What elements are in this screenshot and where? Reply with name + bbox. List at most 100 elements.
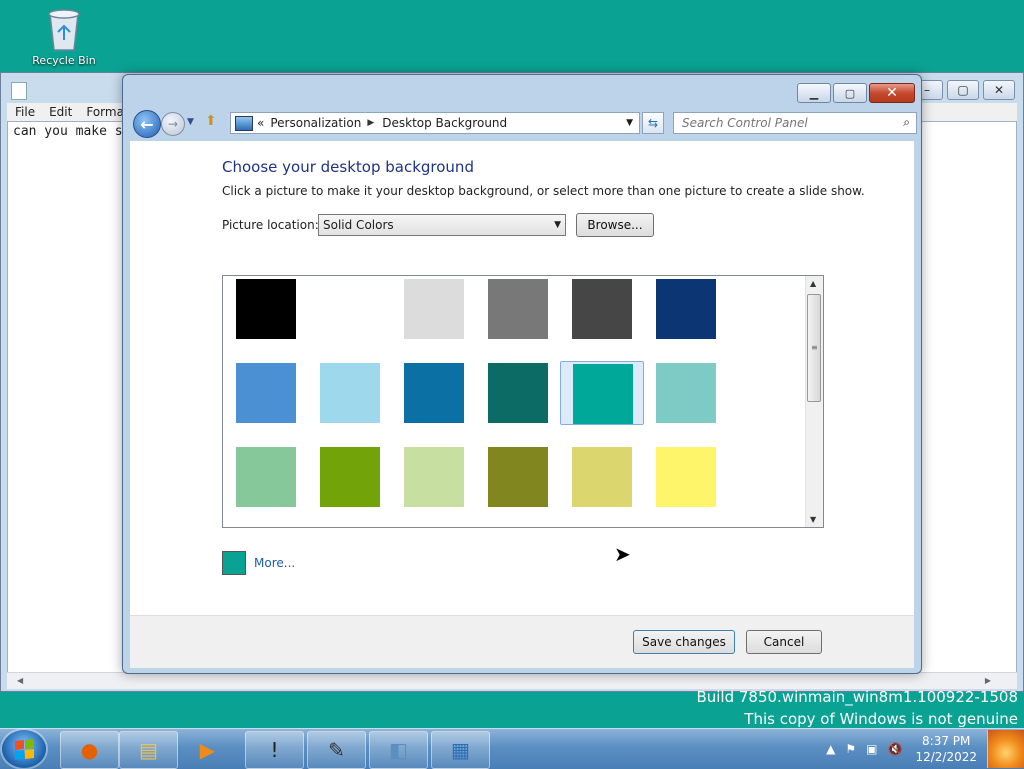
color-swatch-fill: [488, 447, 548, 507]
media-player-icon: ▶: [199, 738, 216, 762]
color-swatch-grid: ▲ ≡ ▼: [222, 275, 824, 528]
color-swatch-fill: [236, 363, 296, 423]
breadcrumb-personalization[interactable]: Personalization: [270, 116, 361, 130]
save-changes-button[interactable]: Save changes: [633, 630, 735, 654]
color-swatch-fill: [572, 447, 632, 507]
color-swatch-fill: [320, 363, 380, 423]
forward-button[interactable]: →: [161, 112, 185, 136]
color-swatch[interactable]: [392, 361, 476, 425]
color-swatch[interactable]: [308, 361, 392, 425]
show-desktop-button[interactable]: [987, 730, 1024, 768]
vertical-scrollbar[interactable]: ▲ ≡ ▼: [805, 276, 823, 527]
clock[interactable]: 8:37 PM 12/2/2022: [915, 733, 977, 765]
folder-icon: ▤: [139, 738, 158, 762]
start-button[interactable]: [2, 730, 46, 768]
taskbar: ● ▤ ▶ ! ✎ ◧ ▦ ▲ ⚑ ▣ 🔇 8:37 PM 12/2/2022: [0, 728, 1024, 769]
color-swatch[interactable]: [560, 277, 644, 341]
show-hidden-icons-icon[interactable]: ▲: [826, 742, 835, 756]
more-colors-link[interactable]: More...: [254, 556, 295, 570]
recycle-bin-desktop-icon[interactable]: Recycle Bin: [28, 6, 100, 67]
desktop-background-window: ▁ ▢ ✕ ← → ▼ ⬆ « Personalization ▶ Deskto…: [122, 74, 922, 674]
minimize-button[interactable]: ▁: [797, 83, 831, 103]
color-swatch[interactable]: [644, 445, 728, 509]
color-swatch-fill: [404, 279, 464, 339]
notepad-menu-edit[interactable]: Edit: [49, 105, 72, 119]
system-tray: ▲ ⚑ ▣ 🔇 8:37 PM 12/2/2022: [821, 729, 1024, 769]
breadcrumb-desktop-background[interactable]: Desktop Background: [382, 116, 507, 130]
breadcrumb-separator-icon[interactable]: ▶: [367, 118, 374, 128]
color-swatch[interactable]: [560, 445, 644, 509]
taskbar-control-panel[interactable]: ▦: [431, 731, 490, 769]
refresh-button[interactable]: ⇆: [642, 112, 664, 134]
content-pane: Choose your desktop background Click a p…: [130, 141, 914, 615]
color-swatch[interactable]: [644, 277, 728, 341]
color-swatch-fill: [320, 279, 380, 339]
volume-muted-icon[interactable]: 🔇: [888, 742, 903, 756]
maximize-button[interactable]: ▢: [833, 83, 867, 103]
genuine-notice: This copy of Windows is not genuine: [744, 710, 1018, 728]
browse-button[interactable]: Browse...: [576, 213, 654, 237]
scroll-left-arrow-icon[interactable]: ◀: [17, 676, 23, 685]
notepad-menu-file[interactable]: File: [15, 105, 35, 119]
color-swatch[interactable]: [308, 445, 392, 509]
taskbar-file-explorer[interactable]: ▤: [119, 731, 178, 769]
color-swatch[interactable]: [308, 277, 392, 341]
windows-logo-icon: [14, 738, 34, 760]
address-dropdown-icon[interactable]: ▼: [626, 118, 633, 128]
search-icon[interactable]: ⌕: [903, 115, 910, 130]
color-swatch-fill: [236, 279, 296, 339]
color-swatch[interactable]: [476, 361, 560, 425]
taskbar-window-app[interactable]: ◧: [369, 731, 428, 769]
close-button[interactable]: ✕: [869, 83, 915, 103]
clock-date: 12/2/2022: [915, 750, 977, 764]
color-swatch-fill: [404, 447, 464, 507]
notepad-maximize-button[interactable]: ▢: [947, 80, 979, 100]
notepad-close-button[interactable]: ✕: [983, 80, 1015, 100]
back-arrow-icon: ←: [140, 114, 154, 134]
network-icon[interactable]: ▣: [866, 742, 877, 756]
control-panel-icon: [235, 115, 253, 131]
color-swatch[interactable]: [644, 361, 728, 425]
up-level-icon[interactable]: ⬆: [205, 113, 217, 129]
taskbar-firefox[interactable]: ●: [60, 731, 119, 769]
color-swatch[interactable]: [476, 277, 560, 341]
chevron-down-icon: ▼: [554, 220, 561, 230]
page-title: Choose your desktop background: [222, 158, 474, 176]
scroll-up-arrow-icon[interactable]: ▲: [810, 279, 816, 288]
color-swatch[interactable]: [560, 361, 644, 425]
dialog-footer: Save changes Cancel: [130, 615, 914, 668]
recent-pages-dropdown[interactable]: ▼: [187, 117, 194, 127]
taskbar-notepad[interactable]: ✎: [307, 731, 366, 769]
picture-location-value: Solid Colors: [323, 218, 394, 232]
breadcrumb-overflow[interactable]: «: [257, 116, 264, 130]
recycle-bin-label: Recycle Bin: [32, 54, 96, 67]
picture-location-label: Picture location:: [222, 218, 319, 232]
color-swatch[interactable]: [224, 445, 308, 509]
picture-location-select[interactable]: Solid Colors ▼: [318, 214, 566, 236]
notepad-text: can you make s: [13, 124, 123, 139]
color-swatch[interactable]: [476, 445, 560, 509]
color-swatch-fill: [488, 363, 548, 423]
color-swatch[interactable]: [224, 277, 308, 341]
grip-icon: ≡: [811, 343, 818, 352]
color-swatch[interactable]: [224, 361, 308, 425]
windows-watermark: Build 7850.winmain_win8m1.100922-1508 Th…: [696, 686, 1018, 730]
taskbar-pin-app[interactable]: !: [245, 731, 304, 769]
back-button[interactable]: ←: [133, 110, 161, 138]
current-color-swatch[interactable]: [222, 551, 246, 575]
color-swatch-fill: [656, 279, 716, 339]
scroll-right-arrow-icon[interactable]: ▶: [985, 676, 991, 685]
color-swatch[interactable]: [392, 445, 476, 509]
taskbar-media-player[interactable]: ▶: [178, 731, 237, 769]
color-swatch-fill: [236, 447, 296, 507]
search-input[interactable]: [674, 115, 894, 131]
cancel-button[interactable]: Cancel: [746, 630, 822, 654]
exclamation-icon: !: [270, 738, 279, 762]
scrollbar-thumb[interactable]: ≡: [807, 294, 821, 402]
action-center-flag-icon[interactable]: ⚑: [845, 742, 856, 756]
search-box[interactable]: ⌕: [673, 112, 917, 134]
color-swatch[interactable]: [392, 277, 476, 341]
address-bar[interactable]: « Personalization ▶ Desktop Background ▼: [230, 112, 640, 134]
color-swatch-fill: [656, 447, 716, 507]
scroll-down-arrow-icon[interactable]: ▼: [810, 515, 816, 524]
